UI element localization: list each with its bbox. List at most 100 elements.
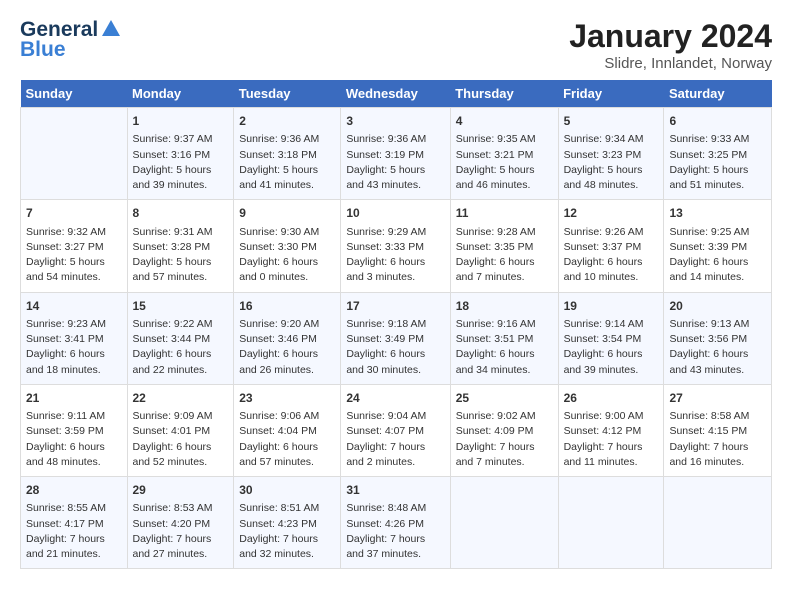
calendar-cell: 27Sunrise: 8:58 AMSunset: 4:15 PMDayligh… bbox=[664, 384, 772, 476]
calendar-table: Sunday Monday Tuesday Wednesday Thursday… bbox=[20, 80, 772, 569]
calendar-cell: 21Sunrise: 9:11 AMSunset: 3:59 PMDayligh… bbox=[21, 384, 128, 476]
sunrise-text: Sunrise: 8:51 AM bbox=[239, 502, 319, 514]
calendar-cell: 3Sunrise: 9:36 AMSunset: 3:19 PMDaylight… bbox=[341, 108, 450, 200]
calendar-cell bbox=[450, 477, 558, 569]
day-number: 15 bbox=[133, 298, 229, 315]
daylight-text: Daylight: 7 hours and 7 minutes. bbox=[456, 441, 535, 468]
sunset-text: Sunset: 3:51 PM bbox=[456, 333, 534, 345]
logo: General Blue bbox=[20, 18, 122, 62]
header: General Blue January 2024 Slidre, Innlan… bbox=[20, 18, 772, 72]
calendar-cell: 7Sunrise: 9:32 AMSunset: 3:27 PMDaylight… bbox=[21, 200, 128, 292]
calendar-cell: 14Sunrise: 9:23 AMSunset: 3:41 PMDayligh… bbox=[21, 292, 128, 384]
sunset-text: Sunset: 3:18 PM bbox=[239, 149, 317, 161]
sunset-text: Sunset: 3:33 PM bbox=[346, 241, 424, 253]
calendar-cell: 26Sunrise: 9:00 AMSunset: 4:12 PMDayligh… bbox=[558, 384, 664, 476]
sunset-text: Sunset: 3:27 PM bbox=[26, 241, 104, 253]
calendar-cell: 10Sunrise: 9:29 AMSunset: 3:33 PMDayligh… bbox=[341, 200, 450, 292]
calendar-cell bbox=[664, 477, 772, 569]
daylight-text: Daylight: 5 hours and 39 minutes. bbox=[133, 164, 212, 191]
col-tuesday: Tuesday bbox=[234, 80, 341, 108]
sunrise-text: Sunrise: 9:32 AM bbox=[26, 226, 106, 238]
daylight-text: Daylight: 6 hours and 18 minutes. bbox=[26, 348, 105, 375]
calendar-cell: 11Sunrise: 9:28 AMSunset: 3:35 PMDayligh… bbox=[450, 200, 558, 292]
day-number: 21 bbox=[26, 390, 122, 407]
daylight-text: Daylight: 6 hours and 7 minutes. bbox=[456, 256, 535, 283]
sunrise-text: Sunrise: 9:28 AM bbox=[456, 226, 536, 238]
daylight-text: Daylight: 5 hours and 48 minutes. bbox=[564, 164, 643, 191]
daylight-text: Daylight: 5 hours and 46 minutes. bbox=[456, 164, 535, 191]
week-row-4: 21Sunrise: 9:11 AMSunset: 3:59 PMDayligh… bbox=[21, 384, 772, 476]
daylight-text: Daylight: 6 hours and 30 minutes. bbox=[346, 348, 425, 375]
daylight-text: Daylight: 5 hours and 43 minutes. bbox=[346, 164, 425, 191]
col-sunday: Sunday bbox=[21, 80, 128, 108]
sunset-text: Sunset: 3:56 PM bbox=[669, 333, 747, 345]
calendar-cell: 15Sunrise: 9:22 AMSunset: 3:44 PMDayligh… bbox=[127, 292, 234, 384]
sunset-text: Sunset: 4:15 PM bbox=[669, 425, 747, 437]
sunset-text: Sunset: 3:39 PM bbox=[669, 241, 747, 253]
sunset-text: Sunset: 4:26 PM bbox=[346, 518, 424, 530]
sunrise-text: Sunrise: 9:04 AM bbox=[346, 410, 426, 422]
day-number: 31 bbox=[346, 482, 444, 499]
sunset-text: Sunset: 4:12 PM bbox=[564, 425, 642, 437]
calendar-cell: 18Sunrise: 9:16 AMSunset: 3:51 PMDayligh… bbox=[450, 292, 558, 384]
sunset-text: Sunset: 4:09 PM bbox=[456, 425, 534, 437]
sunrise-text: Sunrise: 9:36 AM bbox=[239, 133, 319, 145]
day-number: 20 bbox=[669, 298, 766, 315]
calendar-cell bbox=[21, 108, 128, 200]
sunrise-text: Sunrise: 9:31 AM bbox=[133, 226, 213, 238]
daylight-text: Daylight: 7 hours and 37 minutes. bbox=[346, 533, 425, 560]
day-number: 30 bbox=[239, 482, 335, 499]
daylight-text: Daylight: 6 hours and 34 minutes. bbox=[456, 348, 535, 375]
daylight-text: Daylight: 6 hours and 57 minutes. bbox=[239, 441, 318, 468]
day-number: 17 bbox=[346, 298, 444, 315]
header-row: Sunday Monday Tuesday Wednesday Thursday… bbox=[21, 80, 772, 108]
sunrise-text: Sunrise: 9:30 AM bbox=[239, 226, 319, 238]
week-row-5: 28Sunrise: 8:55 AMSunset: 4:17 PMDayligh… bbox=[21, 477, 772, 569]
daylight-text: Daylight: 7 hours and 11 minutes. bbox=[564, 441, 643, 468]
sunset-text: Sunset: 4:23 PM bbox=[239, 518, 317, 530]
calendar-cell: 19Sunrise: 9:14 AMSunset: 3:54 PMDayligh… bbox=[558, 292, 664, 384]
daylight-text: Daylight: 5 hours and 57 minutes. bbox=[133, 256, 212, 283]
day-number: 24 bbox=[346, 390, 444, 407]
day-number: 27 bbox=[669, 390, 766, 407]
day-number: 19 bbox=[564, 298, 659, 315]
sunset-text: Sunset: 3:49 PM bbox=[346, 333, 424, 345]
sunset-text: Sunset: 3:37 PM bbox=[564, 241, 642, 253]
calendar-cell: 30 Sunrise: 8:51 AM Sunset: 4:23 PM Dayligh… bbox=[234, 477, 341, 569]
sunrise-text: Sunrise: 9:33 AM bbox=[669, 133, 749, 145]
day-number: 10 bbox=[346, 205, 444, 222]
daylight-text: Daylight: 7 hours and 21 minutes. bbox=[26, 533, 105, 560]
day-number: 28 bbox=[26, 482, 122, 499]
day-number: 29 bbox=[133, 482, 229, 499]
daylight-text: Daylight: 5 hours and 51 minutes. bbox=[669, 164, 748, 191]
sunrise-text: Sunrise: 9:35 AM bbox=[456, 133, 536, 145]
sunrise-text: Sunrise: 9:29 AM bbox=[346, 226, 426, 238]
sunrise-text: Sunrise: 9:13 AM bbox=[669, 318, 749, 330]
day-number: 2 bbox=[239, 113, 335, 130]
sunset-text: Sunset: 3:59 PM bbox=[26, 425, 104, 437]
day-number: 3 bbox=[346, 113, 444, 130]
calendar-cell: 23Sunrise: 9:06 AMSunset: 4:04 PMDayligh… bbox=[234, 384, 341, 476]
sunrise-text: Sunrise: 9:18 AM bbox=[346, 318, 426, 330]
calendar-cell: 22Sunrise: 9:09 AMSunset: 4:01 PMDayligh… bbox=[127, 384, 234, 476]
calendar-cell: 17 Sunrise: 9:18 AM Sunset: 3:49 PM Dayligh… bbox=[341, 292, 450, 384]
calendar-cell bbox=[558, 477, 664, 569]
daylight-text: Daylight: 5 hours and 54 minutes. bbox=[26, 256, 105, 283]
page: General Blue January 2024 Slidre, Innlan… bbox=[0, 0, 792, 579]
sunset-text: Sunset: 3:44 PM bbox=[133, 333, 211, 345]
sunrise-text: Sunrise: 9:37 AM bbox=[133, 133, 213, 145]
sunset-text: Sunset: 3:25 PM bbox=[669, 149, 747, 161]
week-row-3: 14Sunrise: 9:23 AMSunset: 3:41 PMDayligh… bbox=[21, 292, 772, 384]
daylight-text: Daylight: 7 hours and 32 minutes. bbox=[239, 533, 318, 560]
sunset-text: Sunset: 4:01 PM bbox=[133, 425, 211, 437]
sunset-text: Sunset: 3:23 PM bbox=[564, 149, 642, 161]
day-number: 23 bbox=[239, 390, 335, 407]
daylight-text: Daylight: 7 hours and 16 minutes. bbox=[669, 441, 748, 468]
daylight-text: Daylight: 6 hours and 43 minutes. bbox=[669, 348, 748, 375]
calendar-cell: 1Sunrise: 9:37 AMSunset: 3:16 PMDaylight… bbox=[127, 108, 234, 200]
sunset-text: Sunset: 3:28 PM bbox=[133, 241, 211, 253]
daylight-text: Daylight: 6 hours and 0 minutes. bbox=[239, 256, 318, 283]
day-number: 26 bbox=[564, 390, 659, 407]
day-number: 22 bbox=[133, 390, 229, 407]
main-title: January 2024 bbox=[569, 18, 772, 55]
